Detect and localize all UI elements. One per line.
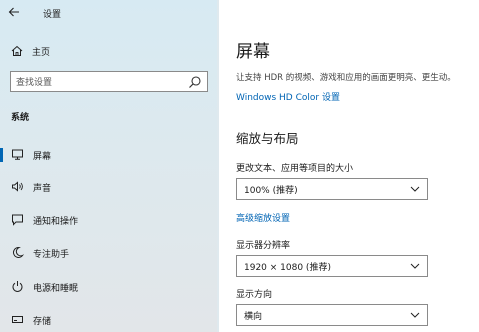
nav-item-label: 通知和操作 <box>33 217 79 227</box>
advanced-scaling-link[interactable]: 高级缩放设置 <box>236 211 290 224</box>
nav-home[interactable]: 主页 <box>0 40 219 62</box>
nav-item-label: 屏幕 <box>33 152 52 162</box>
orientation-dropdown[interactable]: 横向 <box>236 304 428 326</box>
main-content: 屏幕 让支持 HDR 的视频、游戏和应用的画面更明亮、更生动。 Windows … <box>219 0 479 332</box>
nav-item-label: 声音 <box>33 184 52 194</box>
chevron-down-icon <box>410 263 420 269</box>
sidebar: 设置 主页 查找设置 系统 屏幕 声音 通知和操作 专注助手 电源和睡眠 存储 <box>0 0 219 332</box>
speaker-icon <box>12 181 23 192</box>
section-title-scale-layout: 缩放与布局 <box>236 131 299 146</box>
title-bar: 设置 <box>0 0 219 26</box>
scale-value: 100% (推荐) <box>244 185 298 196</box>
hdr-color-settings-link[interactable]: Windows HD Color 设置 <box>236 90 340 103</box>
home-label: 主页 <box>32 47 51 58</box>
storage-icon <box>12 316 23 323</box>
nav-item-label: 存储 <box>33 317 52 327</box>
section-header-system: 系统 <box>11 113 30 123</box>
scale-label: 更改文本、应用等项目的大小 <box>236 164 354 174</box>
app-title: 设置 <box>43 10 62 20</box>
notification-icon <box>12 214 23 226</box>
nav-item-storage[interactable]: 存储 <box>0 305 219 332</box>
power-icon <box>12 281 23 292</box>
search-icon <box>189 75 201 88</box>
nav-item-label: 电源和睡眠 <box>33 284 79 294</box>
nav-item-focus-assist[interactable]: 专注助手 <box>0 238 219 268</box>
moon-icon <box>13 246 24 258</box>
orientation-value: 横向 <box>244 311 263 322</box>
chevron-down-icon <box>410 312 420 318</box>
scale-dropdown[interactable]: 100% (推荐) <box>236 178 428 200</box>
home-icon <box>11 45 23 56</box>
page-title: 屏幕 <box>236 42 270 62</box>
hdr-description: 让支持 HDR 的视频、游戏和应用的画面更明亮、更生动。 <box>236 73 456 83</box>
search-placeholder: 查找设置 <box>16 78 53 88</box>
selection-indicator <box>0 148 3 162</box>
nav-item-sound[interactable]: 声音 <box>0 172 219 202</box>
resolution-value: 1920 × 1080 (推荐) <box>244 262 331 273</box>
nav-item-display[interactable]: 屏幕 <box>0 140 219 170</box>
back-arrow-icon <box>8 7 19 17</box>
orientation-label: 显示方向 <box>236 290 273 300</box>
monitor-icon <box>12 149 23 160</box>
search-input[interactable]: 查找设置 <box>10 71 208 92</box>
back-button[interactable] <box>6 5 22 19</box>
resolution-label: 显示器分辨率 <box>236 241 291 251</box>
nav-item-power[interactable]: 电源和睡眠 <box>0 272 219 302</box>
nav-item-label: 专注助手 <box>33 250 70 260</box>
nav-item-notifications[interactable]: 通知和操作 <box>0 205 219 235</box>
chevron-down-icon <box>410 186 420 192</box>
resolution-dropdown[interactable]: 1920 × 1080 (推荐) <box>236 255 428 277</box>
